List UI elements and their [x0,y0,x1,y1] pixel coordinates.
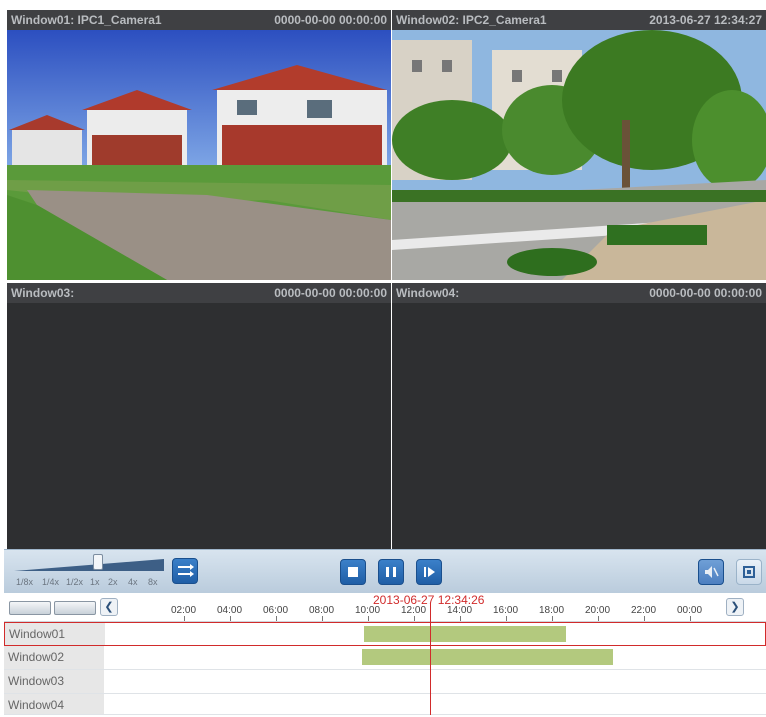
window-2-title: Window02: IPC2_Camera1 [396,13,547,27]
window-2-timestamp: 2013-06-27 12:34:27 [649,13,762,27]
row-label: Window03 [4,670,104,693]
pause-button[interactable] [378,559,404,585]
window-2-video [392,30,766,280]
video-window-2[interactable]: Window02: IPC2_Camera1 2013-06-27 12:34:… [392,10,766,280]
zoom-in-button[interactable] [54,601,96,615]
timeline-row-window01[interactable]: Window01 [4,622,766,646]
tick-mark [230,616,231,621]
tick-mark [276,616,277,621]
speed-label-1-8x: 1/8x [16,577,34,587]
speed-slider-track [14,559,164,571]
row-label: Window04 [4,694,104,714]
window-1-timestamp: 0000-00-00 00:00:00 [274,13,387,27]
speed-label-2x: 2x [108,577,118,587]
tick-label: 08:00 [309,605,335,616]
tick-label: 22:00 [631,605,657,616]
timeline-prev-button[interactable]: ❮ [100,598,118,616]
timeline-row-window04[interactable]: Window04 [4,694,766,715]
tick-mark [598,616,599,621]
row-label: Window02 [4,646,104,669]
speed-slider-handle[interactable] [93,554,103,570]
recording-segment[interactable] [362,649,613,665]
tick-mark [644,616,645,621]
current-time-label: 2013-06-27 12:34:26 [373,593,485,607]
window-3-title: Window03: [11,286,75,300]
tick-mark [414,616,415,621]
fullscreen-icon [743,566,755,578]
tick-mark [184,616,185,621]
audio-button[interactable] [698,559,724,585]
camera2-frame [392,30,766,280]
tick-mark [368,616,369,621]
fullscreen-button[interactable] [736,559,762,585]
tick-mark [552,616,553,621]
tick-label: 00:00 [677,605,703,616]
window-2-header: Window02: IPC2_Camera1 2013-06-27 12:34:… [392,10,766,30]
tick-label: 02:00 [171,605,197,616]
tick-label: 18:00 [539,605,565,616]
sync-button[interactable] [172,558,198,584]
stop-icon [348,567,358,577]
window-4-header: Window04: 0000-00-00 00:00:00 [392,283,766,303]
next-arrow-icon: ❯ [730,601,740,613]
tick-mark [690,616,691,621]
video-window-3[interactable]: Window03: 0000-00-00 00:00:00 [7,283,391,549]
stop-button[interactable] [340,559,366,585]
window-1-title: Window01: IPC1_Camera1 [11,13,162,27]
video-window-1[interactable]: Window01: IPC1_Camera1 0000-00-00 00:00:… [7,10,391,280]
window-3-timestamp: 0000-00-00 00:00:00 [274,286,387,300]
pause-icon [386,567,396,577]
window-1-video [7,30,391,280]
tick-label: 04:00 [217,605,243,616]
tick-mark [506,616,507,621]
speed-label-4x: 4x [128,577,138,587]
step-forward-button[interactable] [416,559,442,585]
window-4-video [392,303,766,549]
row-label: Window01 [5,623,105,645]
window-3-video [7,303,391,549]
tick-label: 20:00 [585,605,611,616]
tick-mark [460,616,461,621]
speed-label-8x: 8x [148,577,158,587]
window-4-timestamp: 0000-00-00 00:00:00 [649,286,762,300]
sync-icon [178,564,194,577]
tick-label: 16:00 [493,605,519,616]
tick-mark [322,616,323,621]
timeline-row-window02[interactable]: Window02 [4,646,766,670]
video-window-4[interactable]: Window04: 0000-00-00 00:00:00 [392,283,766,549]
audio-icon [705,566,719,578]
window-3-header: Window03: 0000-00-00 00:00:00 [7,283,391,303]
playback-toolbar: 1/8x 1/4x 1/2x 1x 2x 4x 8x [4,549,766,594]
recording-segment[interactable] [364,626,566,642]
speed-label-1-2x: 1/2x [66,577,84,587]
speed-slider[interactable] [14,554,164,572]
window-1-header: Window01: IPC1_Camera1 0000-00-00 00:00:… [7,10,391,30]
playback-cursor[interactable] [430,603,431,715]
window-4-title: Window04: [396,286,460,300]
timeline-row-window03[interactable]: Window03 [4,670,766,694]
camera1-frame [7,30,391,280]
step-forward-icon [424,567,435,577]
speed-label-1-4x: 1/4x [42,577,60,587]
zoom-out-button[interactable] [9,601,51,615]
speed-label-1x: 1x [90,577,100,587]
timeline-next-button[interactable]: ❯ [726,598,744,616]
prev-arrow-icon: ❮ [104,601,114,613]
timeline-header: ❮ ❯ 02:00 04:00 06:00 08:00 10:00 12:00 … [4,593,766,622]
tick-label: 06:00 [263,605,289,616]
